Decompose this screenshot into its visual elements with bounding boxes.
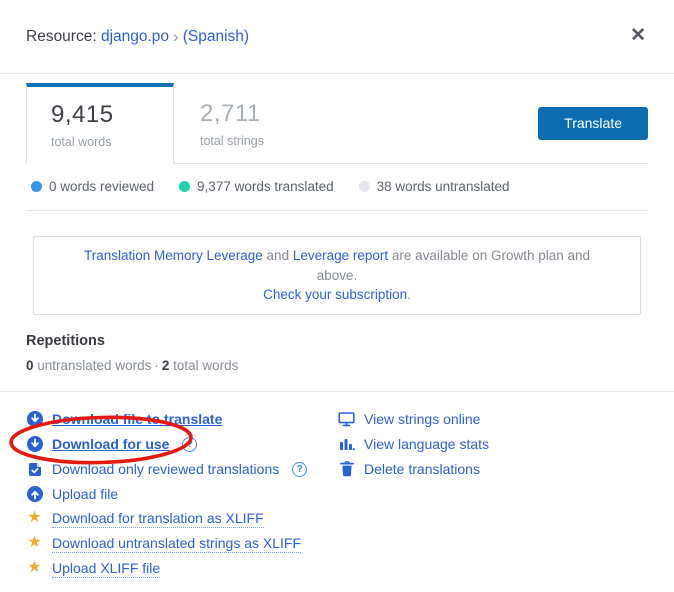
repetitions-title: Repetitions <box>26 333 648 349</box>
actions-section: Download file to translate Download for … <box>0 392 674 592</box>
list-item: View language stats <box>338 432 648 457</box>
translated-dot-icon <box>179 181 190 192</box>
untranslated-dot-icon <box>359 181 370 192</box>
list-item: View strings online <box>338 407 648 432</box>
repetitions-stats: 0 untranslated words·2 total words <box>26 358 648 373</box>
list-item: ★ Upload XLIFF file <box>26 557 338 582</box>
monitor-icon <box>338 411 355 427</box>
page-title: Resource: django.po›(Spanish) <box>26 26 249 46</box>
tm-leverage-link[interactable]: Translation Memory Leverage <box>84 248 263 263</box>
list-item: ★ Download untranslated strings as XLIFF <box>26 532 338 557</box>
list-item: Download file to translate <box>26 407 338 432</box>
legend-reviewed-text: 0 words reviewed <box>49 179 154 194</box>
list-item: Delete translations <box>338 457 648 482</box>
download-circle-icon <box>26 436 43 452</box>
help-icon[interactable]: ? <box>182 437 197 452</box>
language-link[interactable]: (Spanish) <box>183 28 249 45</box>
total-words-label: total words <box>51 135 149 149</box>
list-item: Download only reviewed translations ? <box>26 457 338 482</box>
leverage-report-link[interactable]: Leverage report <box>293 248 388 263</box>
bar-chart-icon <box>338 437 355 452</box>
total-strings-label: total strings <box>200 134 264 148</box>
view-actions-column: View strings online View language stats … <box>338 407 648 582</box>
download-circle-icon <box>26 411 43 427</box>
notice-text: and <box>263 248 293 263</box>
upload-xliff-file-link[interactable]: Upload XLIFF file <box>52 560 160 578</box>
modal-header: Resource: django.po›(Spanish) ✕ <box>0 0 674 74</box>
dot-separator: · <box>151 358 162 373</box>
total-words-value: 9,415 <box>51 101 149 129</box>
view-language-stats-link[interactable]: View language stats <box>364 436 489 452</box>
check-subscription-link[interactable]: Check your subscription <box>263 287 407 302</box>
download-file-to-translate-link[interactable]: Download file to translate <box>52 411 222 427</box>
plan-notice: Translation Memory Leverage and Leverage… <box>33 236 641 315</box>
star-icon: ★ <box>26 560 43 576</box>
list-item: ★ Download for translation as XLIFF <box>26 507 338 532</box>
star-icon: ★ <box>26 510 43 526</box>
resource-modal: Resource: django.po›(Spanish) ✕ 9,415 to… <box>0 0 674 536</box>
resource-name-link[interactable]: django.po <box>101 28 169 45</box>
download-reviewed-translations-link[interactable]: Download only reviewed translations <box>52 461 279 477</box>
help-icon[interactable]: ? <box>292 462 307 477</box>
legend-item-translated: 9,377 words translated <box>179 179 334 194</box>
tab-total-words[interactable]: 9,415 total words <box>26 83 174 164</box>
reviewed-dot-icon <box>31 181 42 192</box>
star-icon: ★ <box>26 535 43 551</box>
view-strings-online-link[interactable]: View strings online <box>364 411 480 427</box>
stats-tab-bar: 9,415 total words 2,711 total strings Tr… <box>26 83 648 164</box>
legend-item-untranslated: 38 words untranslated <box>359 179 510 194</box>
list-item: Upload file <box>26 482 338 507</box>
title-prefix: Resource: <box>26 28 101 45</box>
document-check-icon <box>26 462 43 477</box>
upload-circle-icon <box>26 486 43 502</box>
legend-translated-text: 9,377 words translated <box>197 179 334 194</box>
divider <box>26 210 648 211</box>
repetitions-section: Repetitions 0 untranslated words·2 total… <box>26 333 648 373</box>
chevron-right-icon: › <box>169 27 183 46</box>
download-for-use-link[interactable]: Download for use <box>52 436 169 452</box>
total-strings-value: 2,711 <box>200 100 264 128</box>
upload-file-link[interactable]: Upload file <box>52 486 118 502</box>
trash-icon <box>338 461 355 477</box>
words-legend: 0 words reviewed 9,377 words translated … <box>31 179 648 194</box>
repetitions-untranslated-label: untranslated words <box>34 358 152 373</box>
repetitions-untranslated-count: 0 <box>26 358 34 373</box>
legend-item-reviewed: 0 words reviewed <box>31 179 154 194</box>
delete-translations-link[interactable]: Delete translations <box>364 461 480 477</box>
legend-untranslated-text: 38 words untranslated <box>377 179 510 194</box>
translate-button[interactable]: Translate <box>538 107 648 140</box>
notice-period: . <box>407 287 411 302</box>
close-icon[interactable]: ✕ <box>628 24 648 47</box>
list-item: Download for use ? <box>26 432 338 457</box>
download-translation-xliff-link[interactable]: Download for translation as XLIFF <box>52 510 264 528</box>
tab-total-strings[interactable]: 2,711 total strings <box>176 83 288 163</box>
download-untranslated-xliff-link[interactable]: Download untranslated strings as XLIFF <box>52 535 301 553</box>
file-actions-column: Download file to translate Download for … <box>26 407 338 582</box>
repetitions-total-label: total words <box>169 358 238 373</box>
